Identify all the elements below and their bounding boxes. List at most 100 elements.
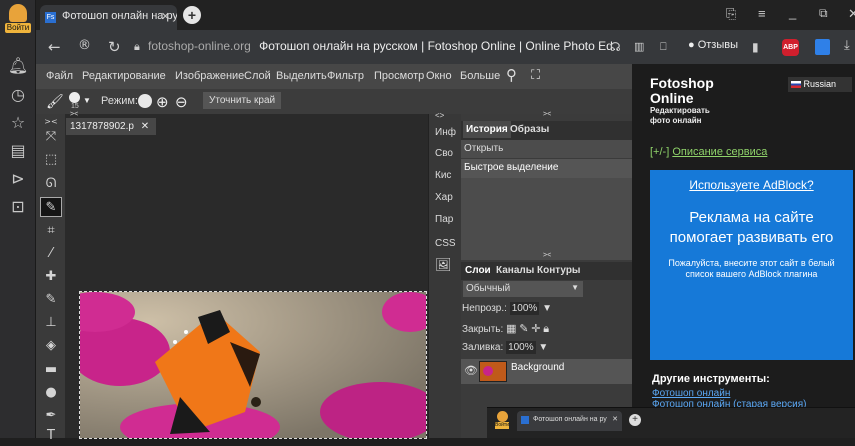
history-item[interactable]: Открыть [461,140,632,159]
browser-tab[interactable]: Fs Фотошоп онлайн на ру ✕ [40,5,177,30]
minimize-icon[interactable]: _ [789,5,796,20]
reviews-button[interactable]: ● Отзывы [688,39,738,51]
mini-tab[interactable]: Фотошоп онлайн на ру ✕ [517,411,622,431]
image-panel-icon[interactable]: 🖼︎ [435,257,452,273]
dodge-tool-icon[interactable]: ● [40,383,62,403]
star-icon[interactable]: ☆ [7,112,29,134]
healing-tool-icon[interactable]: ✚ [40,267,62,287]
translate-icon[interactable]: ⎕ [660,40,667,54]
fullscreen-icon[interactable]: ⛶ [531,67,540,83]
eye-icon[interactable]: 👁︎ [464,364,478,377]
menu-more[interactable]: Больше [460,70,500,82]
opacity-dropdown-icon[interactable]: ▼ [542,303,552,314]
reload-icon[interactable]: ↻ [108,38,121,56]
description-link[interactable]: Описание сервиса [672,146,767,158]
blend-mode-select[interactable]: Обычный ▼ [463,281,583,297]
side-tab-brushes[interactable]: Кис [435,170,451,181]
history-item[interactable]: Быстрое выделение [461,159,632,178]
layer-row[interactable]: 👁︎ Background [461,359,632,384]
mode-subtract-icon[interactable]: ⊖ [175,93,188,111]
mini-close-icon[interactable]: ✕ [612,415,618,423]
menu-edit[interactable]: Редактирование [82,70,166,82]
extension-icon[interactable] [815,39,830,55]
side-tab-css[interactable]: CSS [435,238,456,249]
headphones-icon[interactable]: ☊ [610,40,621,54]
tab-groups-icon[interactable]: ⎘ [726,7,736,22]
adblock-extension-icon[interactable]: ABP [782,39,799,56]
lock-move-icon[interactable]: ✛ [531,323,540,335]
menu-image[interactable]: Изображение [175,70,244,82]
tab-channels[interactable]: Каналы [496,265,534,276]
brush-tool-icon[interactable]: ✎ [40,290,62,310]
search-icon[interactable]: ⚲ [506,66,517,84]
side-collapse-icon[interactable]: <> [435,111,444,120]
refine-edge-button[interactable]: Уточнить край [203,92,282,109]
canvas-image[interactable] [79,291,427,439]
notes-icon[interactable]: ▤ [7,140,29,162]
tab-paths[interactable]: Контуры [537,265,580,276]
menu-file[interactable]: Файл [46,70,73,82]
bell-icon[interactable]: 🔔︎ [7,55,29,77]
side-tab-paragraph[interactable]: Пар [435,214,453,225]
restore-icon[interactable]: ⧉ [819,6,828,21]
move-tool-icon[interactable]: ⤧ [40,127,62,147]
tab-snapshots[interactable]: Образы [510,124,549,135]
play-icon[interactable]: ⊳ [7,168,29,190]
site-logo[interactable]: Fotoshop Online Редактировать фото онлай… [650,76,730,126]
menu-view[interactable]: Просмотр [374,70,424,82]
opacity-input[interactable]: 100% [509,302,540,315]
crop-tool-icon[interactable]: ⌗ [40,221,62,241]
text-tool-icon[interactable]: T [40,426,62,446]
menu-filter[interactable]: Фильтр [327,70,364,82]
tab-history[interactable]: История [463,121,511,138]
pen-tool-icon[interactable]: ✒ [40,406,62,426]
login-label[interactable]: Войти [5,23,31,33]
lasso-tool-icon[interactable]: ᘏ [40,174,62,194]
language-select[interactable]: Russian [788,77,852,92]
stamp-tool-icon[interactable]: ⊥ [40,313,62,333]
mini-profile-avatar[interactable]: Войти [495,411,509,433]
clock-icon[interactable]: ◷ [7,84,29,106]
menu-layer[interactable]: Слой [244,70,271,82]
menu-window[interactable]: Окно [426,70,452,82]
address-field[interactable]: fotoshop-online.org Фотошоп онлайн на ру… [148,39,618,53]
lock-brush-icon[interactable]: ✎ [519,323,528,335]
mini-new-tab-button[interactable]: + [629,414,641,426]
layers-collapse-icon[interactable]: >< [543,252,551,259]
document-tab[interactable]: 1317878902.p ✕ [66,118,156,135]
panels-collapse-icon[interactable]: >< [543,111,551,118]
eyedropper-tool-icon[interactable]: ⁄ [40,244,62,264]
marquee-tool-icon[interactable]: ⬚ [40,150,62,170]
new-tab-button[interactable]: + [183,6,201,24]
menu-select[interactable]: Выделить [276,70,327,82]
close-doc-icon[interactable]: ✕ [141,121,149,132]
back-icon[interactable]: ← [48,38,61,56]
profile-avatar[interactable]: Войти [5,4,31,36]
reader-mode-icon[interactable]: ▥ [634,40,644,53]
sidebar-panel-icon[interactable]: ⊡ [7,196,29,218]
side-tab-info[interactable]: Инф [435,127,456,138]
other-link[interactable]: Фотошоп онлайн [652,388,730,399]
brush-size-picker[interactable]: 15 ▼ [69,92,93,112]
doc-collapse-icon[interactable]: >< [70,111,78,118]
close-window-icon[interactable]: ✕ [848,6,855,22]
reader-icon[interactable]: ® [78,38,91,53]
fill-input[interactable]: 100% [506,341,536,354]
eraser-tool-icon[interactable]: ◈ [40,336,62,356]
mode-new-selection-icon[interactable] [138,94,152,108]
lock-transparency-icon[interactable]: ▦ [506,323,516,335]
bookmark-icon[interactable]: ▮ [752,40,759,54]
menu-icon[interactable]: ≡ [758,6,766,21]
side-tab-character[interactable]: Хар [435,192,453,203]
quick-selection-tool-icon[interactable]: ✎ [40,197,62,217]
gradient-tool-icon[interactable]: ▬ [40,360,62,380]
close-tab-icon[interactable]: ✕ [161,10,170,23]
lock-all-icon[interactable]: 🔒︎ [543,323,549,335]
download-icon[interactable]: ⤓ [844,38,850,53]
tab-layers[interactable]: Слои [465,265,491,276]
quick-select-tool-icon[interactable]: 🖌︎ [46,93,64,110]
toggle-prefix[interactable]: [+/-] [650,146,669,158]
side-tab-properties[interactable]: Сво [435,148,453,159]
fill-dropdown-icon[interactable]: ▼ [538,342,548,353]
mode-add-icon[interactable]: ⊕ [156,93,169,111]
